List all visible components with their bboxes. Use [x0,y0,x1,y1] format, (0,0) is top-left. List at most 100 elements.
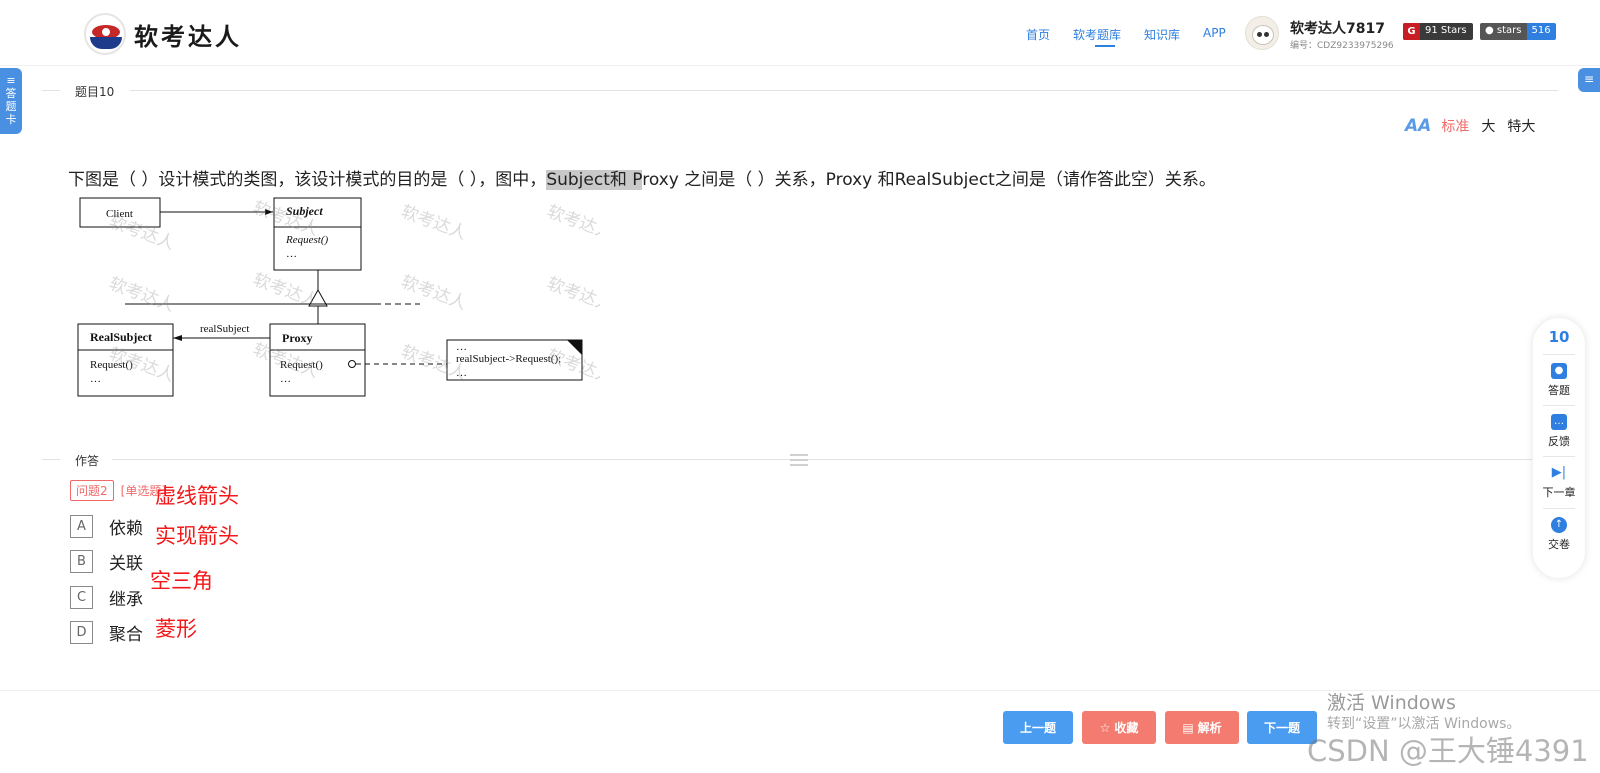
watermark-text: 软考达人 [398,272,469,314]
font-xlarge-button[interactable]: 特大 [1507,116,1535,136]
question-number-badge: 问题2 [70,480,114,501]
feedback-button-label: 反馈 [1548,435,1570,448]
uml-class-diagram: Client Subject Request() … RealSubject R… [77,197,600,397]
divider [1543,456,1575,457]
gitee-stars-text: 91 Stars [1425,25,1467,36]
option-letter: D [70,621,93,644]
answer-button-label: 答题 [1548,384,1570,397]
logo-text: 软考达人 [134,22,242,51]
uml-realsubject-label: RealSubject [90,330,152,344]
font-large-button[interactable]: 大 [1481,116,1495,136]
option-a[interactable]: A 依赖 [70,514,143,539]
watermark-text: 软考达人 [106,274,177,316]
annotation-realization-arrow: 实现箭头 [155,524,239,548]
feedback-icon: … [1551,414,1567,430]
github-label-text: stars [1496,25,1522,36]
menu-icon: ≡ [6,74,16,87]
uml-ellipsis: … [90,373,101,385]
question-tag: 问题2 [单选题] [70,480,166,501]
analysis-button[interactable]: ▤ 解析 [1165,711,1239,744]
user-name[interactable]: 软考达人7817 [1290,18,1385,38]
divider [1543,354,1575,355]
floating-tool-panel: 10 ● 答题 … 反馈 ▶| 下一章 ↑ 交卷 [1533,318,1585,578]
font-size-switch: AA 标准 大 特大 [1405,116,1547,136]
option-text: 依赖 [109,519,143,539]
answer-icon: ● [1551,363,1567,379]
nav-app[interactable]: APP [1203,26,1226,43]
watermark-text: 软考达人 [250,270,321,312]
divider [42,459,60,460]
github-icon: ● [1485,25,1494,36]
watermark-text: 软考达人 [544,202,600,244]
github-stars-badge[interactable]: ● stars 516 [1480,23,1556,40]
option-letter: C [70,586,93,609]
question-section-title: 题目10 [75,85,115,99]
divider [130,90,1558,91]
submit-button[interactable]: ↑ 交卷 [1533,517,1585,552]
logo-icon [84,13,126,55]
option-d[interactable]: D 聚合 [70,620,143,645]
gitee-icon: G [1403,23,1420,40]
gitee-stars-badge[interactable]: G 91 Stars [1403,23,1473,40]
menu-icon: ≡ [1583,72,1595,86]
nav-question-bank[interactable]: 软考题库 [1073,26,1121,47]
question-text-part: 下图是（ ）设计模式的类图，该设计模式的目的是（ ），图中， [68,170,547,190]
feedback-button[interactable]: … 反馈 [1533,414,1585,449]
question-text-part: roxy 之间是（ ）关系，Proxy 和RealSubject之间是（请作答此… [642,170,1216,190]
windows-activation-title: 激活 Windows [1327,692,1456,714]
main-nav: 首页 软考题库 知识库 APP [1026,26,1249,47]
annotation-diamond: 菱形 [155,617,197,641]
document-icon: ▤ [1182,720,1194,735]
star-icon: ☆ [1099,720,1111,735]
prev-question-button[interactable]: 上一题 [1003,711,1073,744]
option-text: 继承 [109,590,143,610]
favorite-label: 收藏 [1114,721,1139,735]
nav-knowledge[interactable]: 知识库 [1144,26,1180,43]
nav-home[interactable]: 首页 [1026,26,1050,43]
next-chapter-button-label: 下一章 [1542,486,1576,499]
divider [1543,405,1575,406]
github-stars-label: ● stars [1480,23,1527,40]
submit-button-label: 交卷 [1548,538,1570,551]
site-logo[interactable]: 软考达人 [84,13,242,55]
user-id: 编号：CDZ9233975296 [1290,41,1394,51]
avatar[interactable] [1245,16,1279,50]
option-text: 关联 [109,554,143,574]
answer-button[interactable]: ● 答题 [1533,363,1585,398]
top-header: 软考达人 首页 软考题库 知识库 APP 软考达人7817 编号：CDZ9233… [0,0,1600,66]
answer-card-tab[interactable]: ≡ 答题卡 [0,68,22,134]
question-highlight: Subject和 P [546,170,643,190]
current-question-number: 10 [1548,328,1570,346]
divider [1543,508,1575,509]
question-text: 下图是（ ）设计模式的类图，该设计模式的目的是（ ），图中，Subject和 P… [68,165,1216,190]
option-b[interactable]: B 关联 [70,549,143,574]
csdn-watermark: CSDN @王大锤4391 [1307,734,1589,768]
font-standard-button[interactable]: 标准 [1441,116,1469,136]
next-chapter-icon: ▶| [1551,465,1567,480]
submit-icon: ↑ [1551,517,1567,533]
option-letter: B [70,550,93,573]
analysis-label: 解析 [1197,721,1222,735]
uml-ellipsis: … [286,248,297,260]
uml-association-label: realSubject [200,323,249,335]
uml-ellipsis: … [456,341,467,353]
uml-ellipsis: … [280,373,291,385]
divider [112,459,1532,460]
watermark-text: 软考达人 [544,274,600,316]
option-c[interactable]: C 继承 [70,585,143,610]
drag-handle-icon[interactable] [790,454,808,469]
font-size-icon: AA [1405,116,1432,136]
option-text: 聚合 [109,625,143,645]
answer-section-title: 作答 [75,454,100,468]
watermark-text: 软考达人 [398,202,469,244]
annotation-hollow-triangle: 空三角 [150,569,213,593]
favorite-button[interactable]: ☆ 收藏 [1082,711,1156,744]
next-chapter-button[interactable]: ▶| 下一章 [1533,465,1585,500]
right-menu-tab[interactable]: ≡ [1578,68,1600,92]
annotation-dashed-arrow: 虚线箭头 [155,484,239,508]
option-letter: A [70,515,93,538]
github-stars-count: 516 [1526,23,1556,40]
uml-proxy-label: Proxy [282,331,312,345]
divider [42,90,60,91]
answer-card-label: 答题卡 [5,87,17,126]
